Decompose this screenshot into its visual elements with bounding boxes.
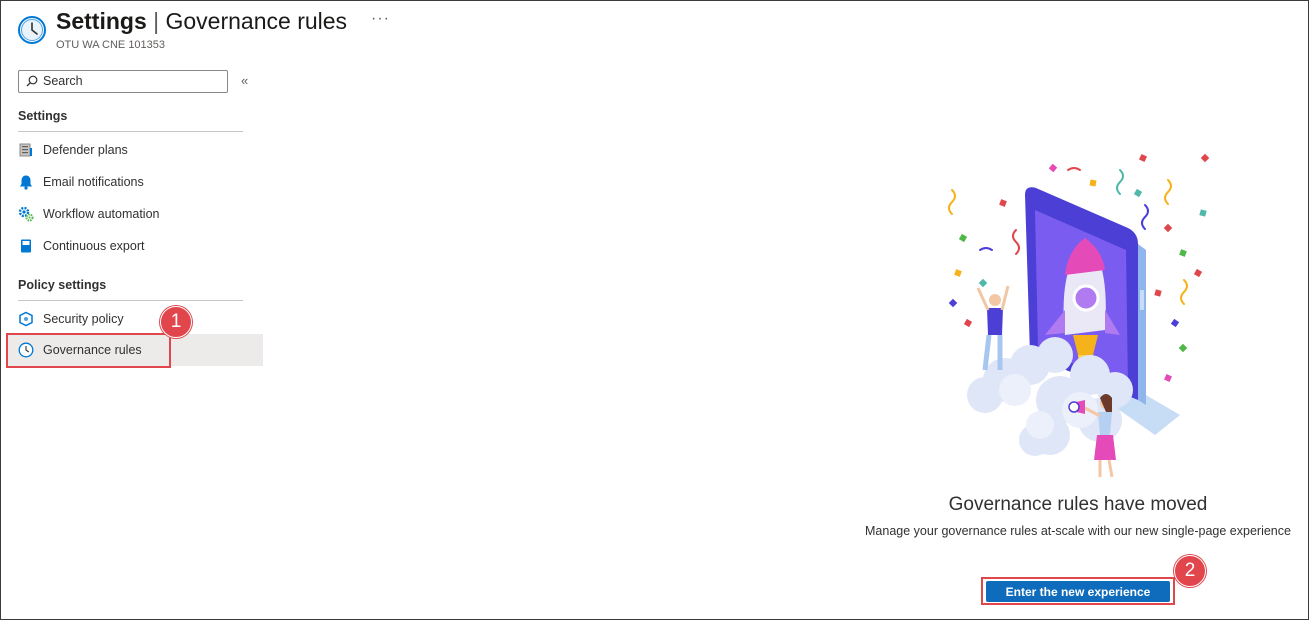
bell-icon xyxy=(20,175,32,190)
page-title-secondary: Governance rules xyxy=(165,8,348,34)
page-subtitle: OTU WA CNE 101353 xyxy=(56,39,166,51)
moved-title: Governance rules have moved xyxy=(948,494,1208,515)
export-book-icon xyxy=(21,239,31,253)
page-title-separator: | xyxy=(153,8,160,34)
collapse-sidebar-button[interactable]: « xyxy=(241,73,248,88)
gear-automation-icon xyxy=(18,206,34,222)
sidebar-item-email-notifications[interactable]: Email notifications xyxy=(8,166,263,198)
clock-icon xyxy=(18,16,46,44)
callout-highlight-enter-button xyxy=(981,577,1175,605)
sidebar-item-defender-plans[interactable]: Defender plans xyxy=(8,134,263,166)
sidebar-item-label: Workflow automation xyxy=(43,207,160,221)
section-header-settings: Settings xyxy=(18,109,68,123)
sidebar-item-continuous-export[interactable]: Continuous export xyxy=(8,230,263,262)
callout-highlight-governance-rules xyxy=(6,333,171,368)
sidebar-item-workflow-automation[interactable]: Workflow automation xyxy=(8,198,263,230)
search-placeholder: Search xyxy=(43,74,83,88)
person-cheering xyxy=(976,285,1010,371)
search-input[interactable]: Search xyxy=(18,70,228,93)
section-divider xyxy=(18,300,243,301)
page-title: Settings | Governance rules xyxy=(56,8,347,35)
section-header-policy-settings: Policy settings xyxy=(18,278,107,292)
search-icon xyxy=(26,75,38,87)
page-title-primary: Settings xyxy=(56,8,147,34)
more-options-button[interactable]: ··· xyxy=(371,10,390,28)
sidebar-item-label: Defender plans xyxy=(43,143,128,157)
defender-plans-icon xyxy=(19,143,32,157)
moved-description: Manage your governance rules at-scale wi… xyxy=(865,524,1291,538)
section-divider xyxy=(18,131,243,132)
callout-badge: 2 xyxy=(1174,555,1206,587)
rocket-launch-illustration xyxy=(948,153,1210,478)
sidebar-item-label: Security policy xyxy=(43,312,124,326)
shield-policy-icon xyxy=(19,311,33,327)
sidebar-item-label: Continuous export xyxy=(43,239,145,253)
callout-badge: 1 xyxy=(160,306,192,338)
sidebar-item-security-policy[interactable]: Security policy xyxy=(8,303,263,335)
sidebar-item-label: Email notifications xyxy=(43,175,144,189)
